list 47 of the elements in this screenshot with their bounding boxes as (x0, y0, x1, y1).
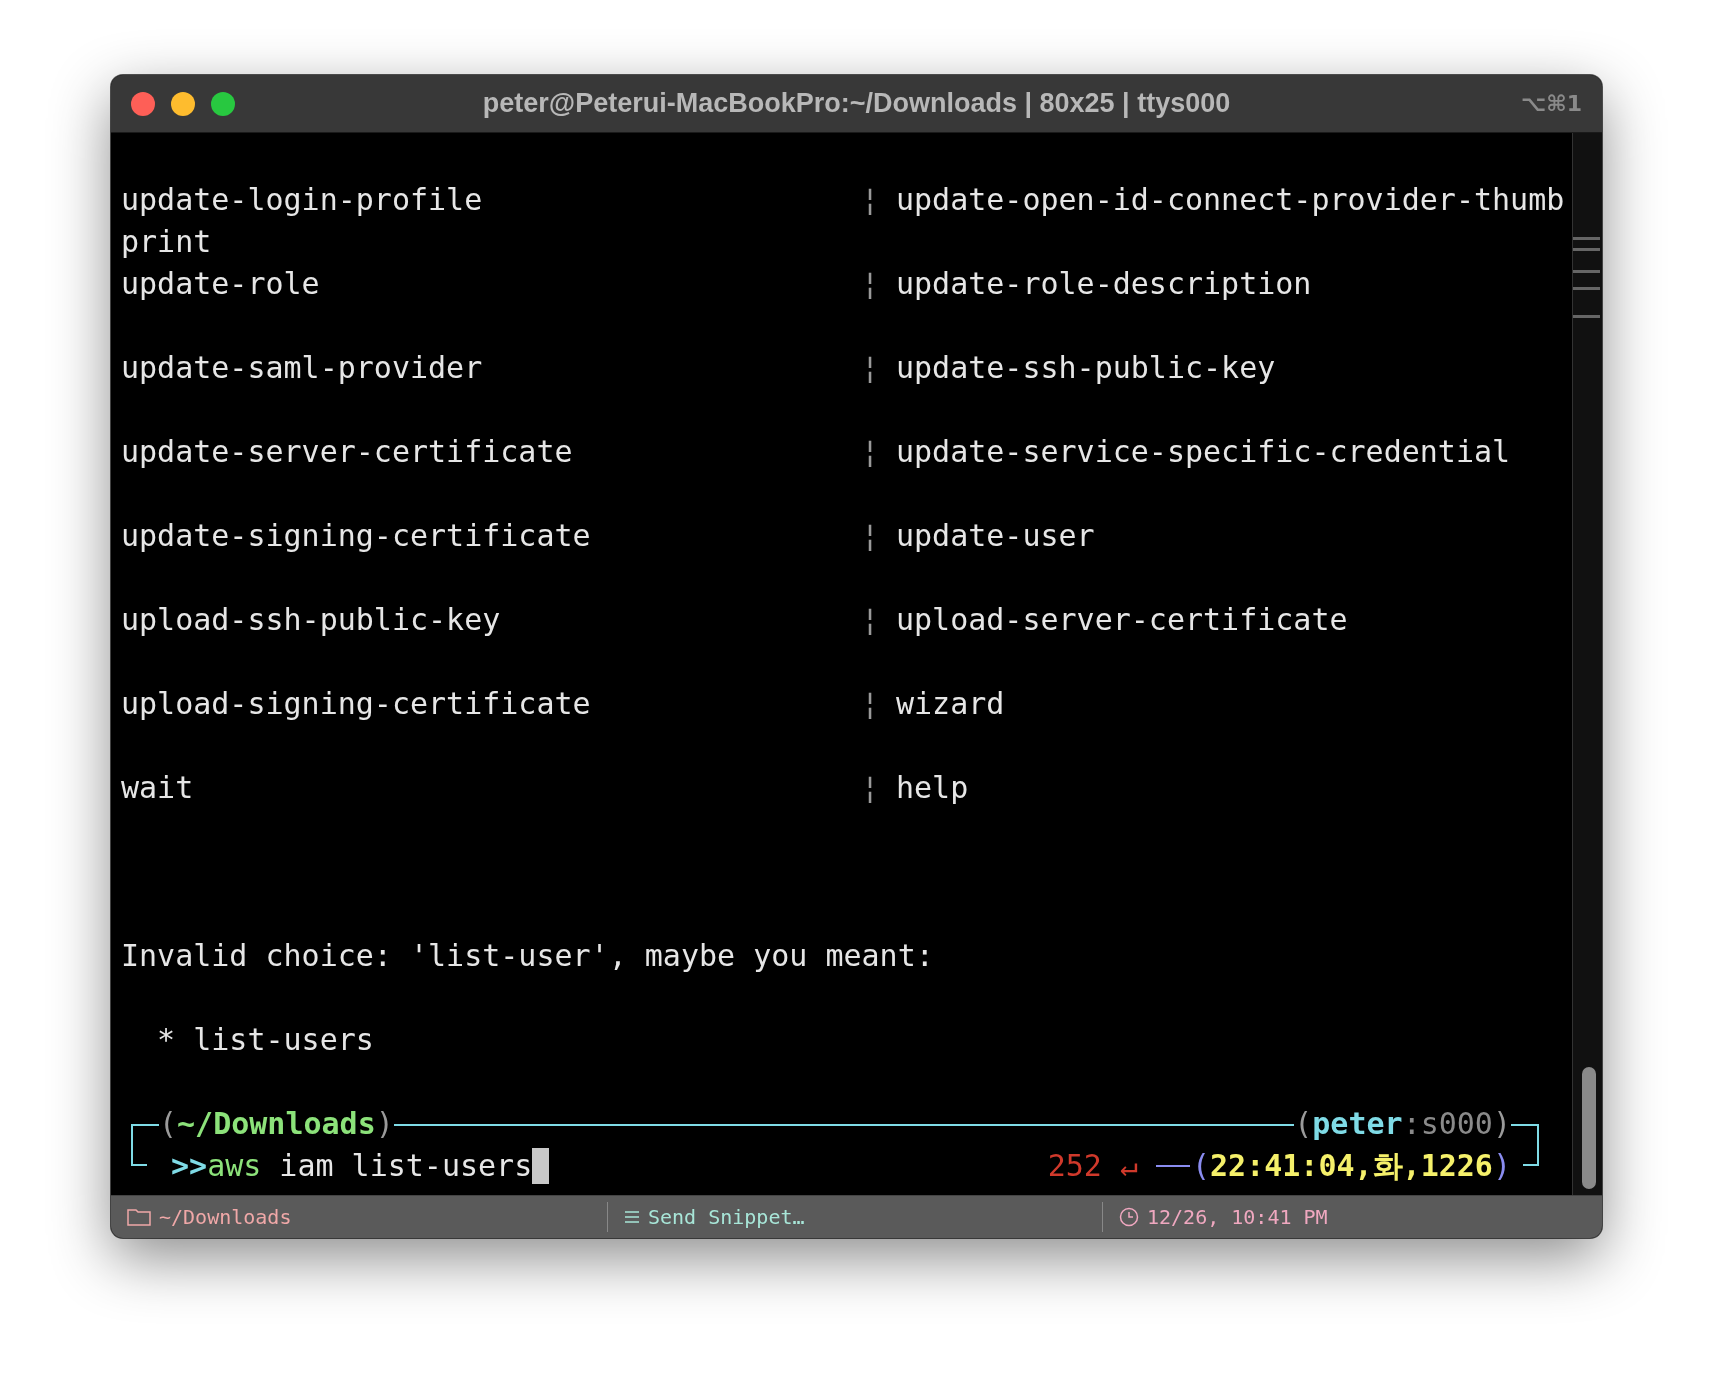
command-name: wait (121, 769, 195, 807)
prompt-clock: 22:41:04,화,1226 (1210, 1147, 1493, 1185)
column-separator: ¦ (861, 265, 881, 303)
command-name: update-saml-provider (121, 349, 484, 387)
column-separator: ¦ (861, 769, 881, 807)
status-item: 12/26, 10:41 PM (1147, 1205, 1328, 1229)
return-symbol: ↵ (1119, 1147, 1138, 1185)
status-item: ~/Downloads (159, 1205, 292, 1229)
text-cursor (532, 1148, 550, 1184)
command-name: update-signing-certificate (121, 517, 592, 555)
close-button[interactable] (131, 91, 155, 116)
output-line: print (121, 223, 212, 261)
exit-code: 252 (1047, 1147, 1102, 1185)
output-line: Invalid choice: 'list-user', maybe you meant: (121, 937, 934, 975)
command-name: upload-signing-certificate (121, 685, 592, 723)
command-name: update-role-description (896, 265, 1312, 303)
command-name: upload-ssh-public-key (121, 601, 502, 639)
command-name: upload-server-certificate (896, 601, 1348, 639)
window-title: peter@Peterui-MacBookPro:~/Downloads | 80x25 | ttys000 (482, 88, 1231, 119)
scrollbar[interactable] (1572, 133, 1602, 1195)
command-name: update-server-certificate (121, 433, 574, 471)
command-name: update-login-profile (121, 181, 484, 219)
output-line: * list-users (156, 1021, 374, 1059)
prompt-marker: >> (171, 1147, 208, 1185)
status-item[interactable]: Send Snippet… (648, 1205, 805, 1229)
zoom-button[interactable] (211, 91, 235, 116)
command-name: update-ssh-public-key (896, 349, 1276, 387)
column-separator: ¦ (861, 685, 881, 723)
column-separator: ¦ (861, 433, 881, 471)
command-name: update-open-id-connect-provider-thumb (896, 181, 1565, 219)
shortcut-label: ⌥⌘1 (1520, 91, 1582, 116)
command-name: help (896, 769, 969, 807)
clock-icon (1119, 1207, 1139, 1227)
menu-icon (624, 1210, 640, 1224)
command-name: update-user (896, 517, 1095, 555)
command-text: aws (207, 1147, 262, 1185)
column-separator: ¦ (861, 517, 881, 555)
command-name: update-service-specific-credential (896, 433, 1511, 471)
command-name: wizard (896, 685, 1005, 723)
paren: ( (1192, 1147, 1211, 1185)
command-name: update-role (121, 265, 321, 303)
folder-icon (127, 1208, 151, 1226)
column-separator: ¦ (861, 601, 881, 639)
minimize-button[interactable] (171, 91, 195, 116)
column-separator: ¦ (861, 181, 881, 219)
column-separator: ¦ (861, 349, 881, 387)
command-args: iam list-users (278, 1147, 533, 1185)
